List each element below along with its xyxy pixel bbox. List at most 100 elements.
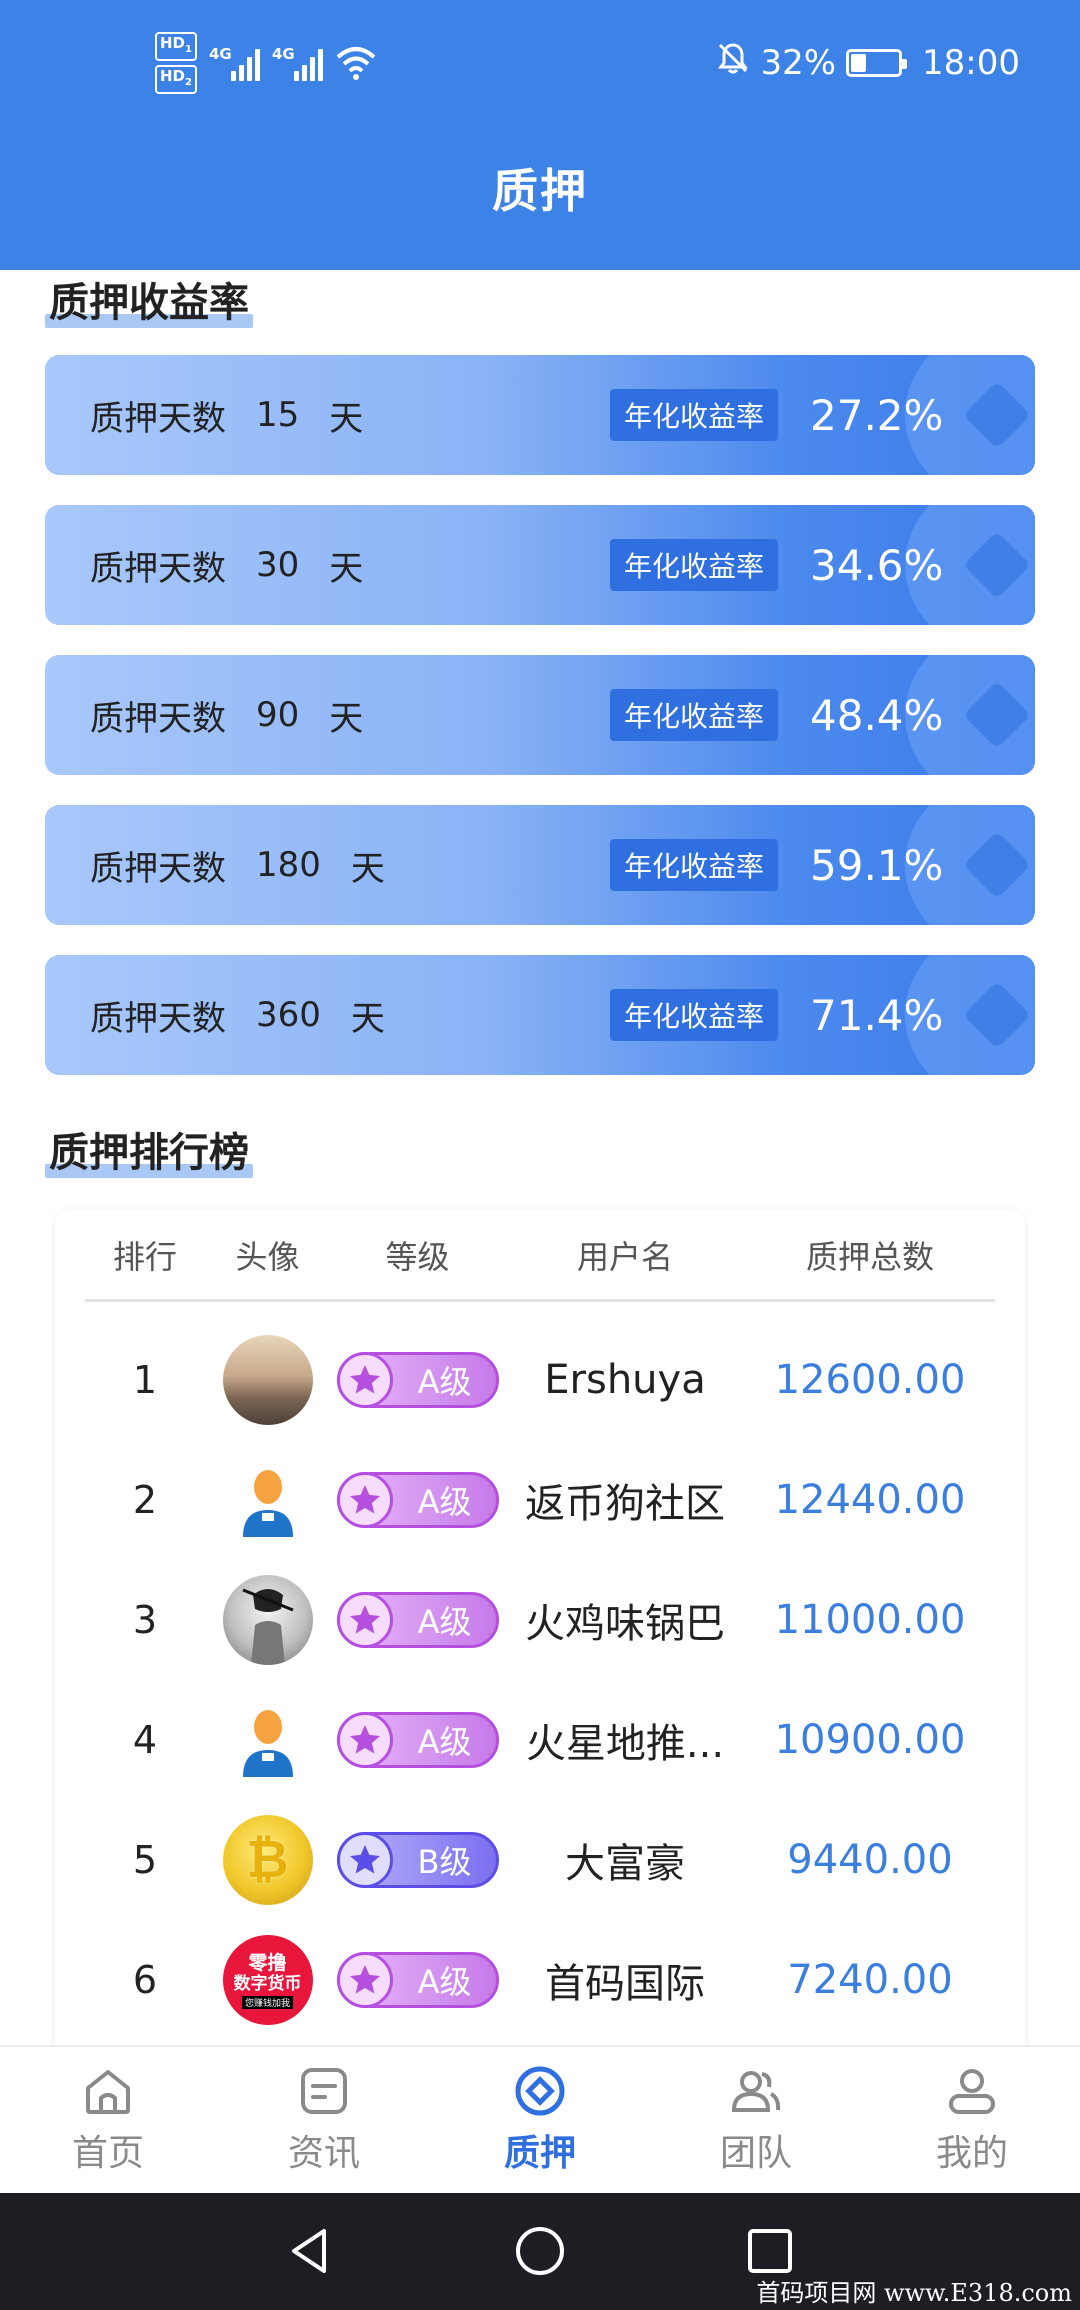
col-total-header: 质押总数 [805, 1237, 934, 1276]
days-label: 质押天数 [90, 998, 226, 1039]
status-bar: HD1 HD2 4G 4G 32% 18:00 [0, 30, 1080, 95]
rank-number: 5 [132, 1838, 158, 1882]
col-rank-header: 排行 [112, 1237, 177, 1276]
days-unit: 天 [329, 548, 364, 589]
recents-icon[interactable] [742, 2223, 798, 2279]
network-type: 4G [208, 44, 232, 63]
hd2-icon: HD2 [155, 64, 197, 94]
home-circle-icon[interactable] [512, 2223, 568, 2279]
nav-stake[interactable]: 质押 [432, 2047, 648, 2193]
col-level-header: 等级 [385, 1237, 450, 1276]
days-value: 360 [256, 995, 321, 1035]
signal-icon: 4G [209, 45, 260, 81]
bitcoin-avatar-icon: ₿ [222, 1815, 313, 1905]
stake-icon [515, 2066, 565, 2116]
rank-number: 1 [132, 1358, 158, 1402]
yield-card[interactable]: 质押天数 15 天 年化收益率 27.2% [45, 355, 1035, 475]
profile-icon [949, 2069, 995, 2114]
rank-number: 3 [132, 1598, 158, 1642]
days-unit: 天 [350, 998, 385, 1039]
star-icon [336, 1712, 393, 1768]
days-unit: 天 [329, 398, 364, 439]
table-row[interactable]: 3 A级 火鸡味锅巴 11000.00 [85, 1560, 995, 1680]
yield-card[interactable]: 质押天数 30 天 年化收益率 34.6% [45, 505, 1035, 625]
days-label: 质押天数 [90, 848, 226, 889]
stake-total: 12440.00 [774, 1477, 966, 1523]
annual-rate-value: 59.1% [810, 840, 944, 890]
username: 首码国际 [545, 1961, 705, 2007]
table-row[interactable]: 4 A级 火星地推... 10900.00 [85, 1680, 995, 1800]
avatar: 零撸 数字货币 您赚钱加我 [222, 1935, 313, 2025]
yield-card[interactable]: 质押天数 180 天 年化收益率 59.1% [45, 805, 1035, 925]
ranking-section-title: 质押排行榜 [45, 1120, 253, 1178]
nav-label: 团队 [719, 2133, 792, 2174]
table-row[interactable]: 1 A级 Ershuya 12600.00 [85, 1320, 995, 1440]
app-header: HD1 HD2 4G 4G 32% 18:00 质押 [0, 0, 1080, 270]
username: 火星地推... [525, 1721, 725, 1767]
annual-rate-value: 27.2% [810, 390, 944, 440]
level-badge: A级 [336, 1712, 499, 1768]
battery-percent: 32% [760, 42, 837, 83]
stake-total: 10900.00 [774, 1717, 966, 1763]
news-icon [301, 2068, 347, 2114]
star-icon [336, 1592, 393, 1648]
nav-label: 质押 [503, 2133, 576, 2174]
network-type: 4G [271, 44, 295, 63]
page-title: 质押 [492, 164, 588, 218]
avatar [222, 1575, 313, 1665]
stake-total: 12600.00 [774, 1357, 966, 1403]
level-badge: A级 [336, 1472, 499, 1528]
star-icon [336, 1952, 393, 2008]
table-row[interactable]: 2 A级 返币狗社区 12440.00 [85, 1440, 995, 1560]
days-value: 90 [256, 695, 300, 735]
username: 火鸡味锅巴 [525, 1601, 725, 1647]
username: Ershuya [544, 1357, 706, 1403]
nav-profile[interactable]: 我的 [864, 2047, 1080, 2193]
wifi-icon [335, 45, 377, 81]
nav-home[interactable]: 首页 [0, 2047, 216, 2193]
back-icon[interactable] [282, 2223, 338, 2279]
table-row[interactable]: 5 ₿ B级 大富豪 9440.00 [85, 1800, 995, 1920]
annual-rate-badge: 年化收益率 [610, 689, 779, 741]
annual-rate-badge: 年化收益率 [610, 389, 779, 441]
system-nav-bar: 首码项目网 www.E318.com [0, 2193, 1080, 2310]
avatar [222, 1335, 313, 1425]
star-icon [336, 1352, 393, 1408]
annual-rate-value: 34.6% [810, 540, 944, 590]
battery-icon [846, 48, 908, 77]
rank-number: 2 [132, 1478, 158, 1522]
nav-team[interactable]: 团队 [648, 2047, 864, 2193]
clock: 18:00 [922, 42, 1020, 83]
level-badge: A级 [336, 1592, 499, 1648]
watermark: 首码项目网 www.E318.com [756, 2279, 1072, 2307]
status-left: HD1 HD2 4G 4G [155, 30, 377, 95]
status-right: 32% 18:00 [716, 30, 1020, 95]
username: 大富豪 [565, 1841, 685, 1887]
star-icon [336, 1832, 393, 1888]
signal-icon: 4G [272, 45, 323, 81]
person-avatar-icon [223, 1695, 313, 1785]
nav-news[interactable]: 资讯 [216, 2047, 432, 2193]
mute-bell-icon [716, 41, 750, 84]
col-avatar-header: 头像 [235, 1237, 300, 1276]
rank-number: 6 [132, 1958, 158, 2002]
annual-rate-value: 71.4% [810, 990, 944, 1040]
col-username-header: 用户名 [576, 1237, 673, 1276]
username: 返币狗社区 [525, 1481, 725, 1527]
star-icon [336, 1472, 393, 1528]
hd1-icon: HD1 [155, 31, 197, 61]
table-row[interactable]: 6 零撸 数字货币 您赚钱加我 A级 首码国际 7240.00 [85, 1920, 995, 2040]
battery-fill [851, 53, 866, 72]
days-value: 180 [256, 845, 321, 885]
nav-label: 资讯 [287, 2133, 360, 2174]
hd-indicator: HD1 HD2 [155, 31, 197, 94]
stake-total: 9440.00 [787, 1837, 953, 1883]
annual-rate-badge: 年化收益率 [610, 989, 779, 1041]
level-badge: B级 [336, 1832, 499, 1888]
yield-section-title: 质押收益率 [45, 270, 253, 328]
yield-card[interactable]: 质押天数 360 天 年化收益率 71.4% [45, 955, 1035, 1075]
person-avatar-icon [223, 1455, 313, 1545]
days-value: 30 [256, 545, 300, 585]
level-badge: A级 [336, 1352, 499, 1408]
yield-card[interactable]: 质押天数 90 天 年化收益率 48.4% [45, 655, 1035, 775]
